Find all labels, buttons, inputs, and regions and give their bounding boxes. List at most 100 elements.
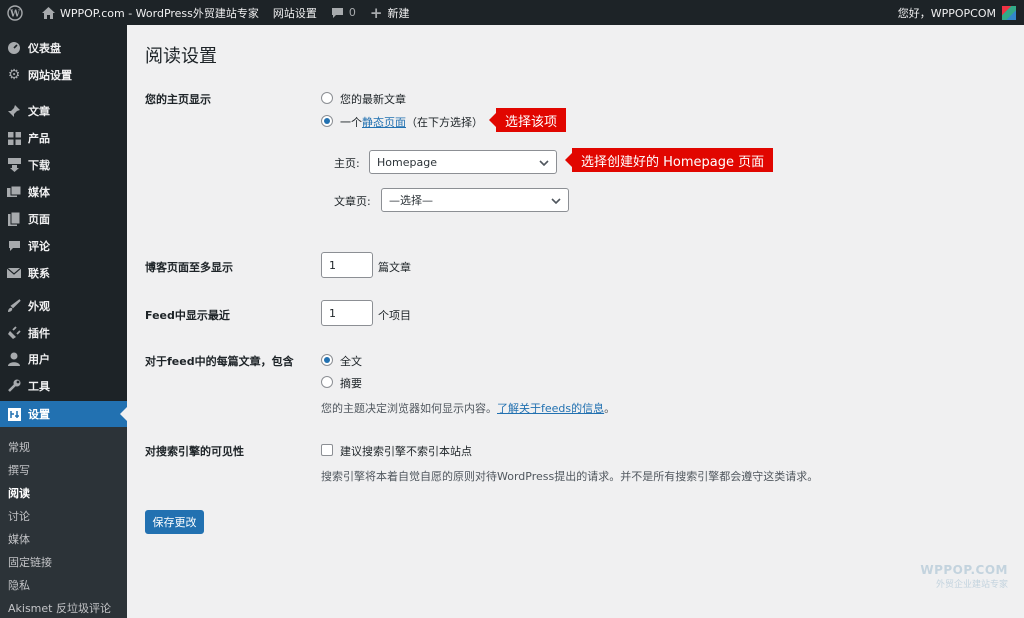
radio-summary[interactable] — [321, 376, 333, 388]
comments-link[interactable]: 0 — [324, 0, 363, 25]
radio-full-text-label[interactable]: 全文 — [340, 353, 362, 369]
settings-icon — [0, 407, 28, 421]
submenu-item-reading[interactable]: 阅读 — [8, 485, 30, 501]
sidebar-item-settings[interactable]: 设置 — [0, 401, 127, 427]
chevron-down-icon — [551, 194, 561, 207]
radio-summary-label[interactable]: 摘要 — [340, 375, 362, 391]
discourage-search-label[interactable]: 建议搜索引擎不索引本站点 — [340, 443, 472, 459]
user-icon — [0, 352, 28, 366]
sidebar-item-comments[interactable]: 评论 — [0, 233, 127, 259]
admin-bar: W WPPOP.com - WordPress外贸建站专家 网站设置 0 + 新… — [0, 0, 1024, 25]
feed-recent-label: Feed中显示最近 — [145, 309, 230, 322]
pin-icon — [0, 104, 28, 118]
wrench-icon — [0, 379, 28, 393]
sidebar-item-label: 联系 — [28, 267, 50, 280]
sidebar-item-media[interactable]: 媒体 — [0, 179, 127, 205]
sidebar-item-label: 下载 — [28, 159, 50, 172]
comments-count: 0 — [348, 6, 356, 19]
callout-select-homepage: 选择创建好的 Homepage 页面 — [564, 148, 774, 172]
sidebar-item-tools[interactable]: 工具 — [0, 373, 127, 399]
page-title: 阅读设置 — [145, 46, 217, 67]
my-account-link[interactable]: 您好，WPPOPCOM — [891, 0, 1024, 25]
posts-page-select-value: —选择— — [389, 194, 433, 207]
settings-submenu: 常规 撰写 阅读 讨论 媒体 固定链接 隐私 Akismet 反垃圾评论 — [0, 427, 127, 618]
save-button[interactable]: 保存更改 — [145, 510, 204, 534]
posts-page-select[interactable]: —选择— — [381, 188, 569, 212]
feed-recent-input[interactable]: 1 — [321, 300, 373, 326]
posts-per-page-input[interactable]: 1 — [321, 252, 373, 278]
plugin-icon — [0, 326, 28, 340]
chevron-down-icon — [539, 156, 549, 169]
sidebar-item-label: 外观 — [28, 300, 50, 313]
submenu-item-general[interactable]: 常规 — [8, 439, 30, 455]
sidebar-item-label: 媒体 — [28, 186, 50, 199]
sidebar-item-contact[interactable]: 联系 — [0, 260, 127, 286]
home-icon — [42, 6, 55, 19]
radio-static-page-label: 一个静态页面（在下方选择） — [340, 114, 483, 130]
submenu-item-akismet[interactable]: Akismet 反垃圾评论 — [8, 600, 111, 616]
static-prefix[interactable]: 一个 — [340, 116, 362, 129]
posts-per-page-unit: 篇文章 — [378, 261, 411, 274]
site-settings-label: 网站设置 — [272, 6, 317, 20]
sidebar-item-label: 工具 — [28, 380, 50, 393]
download-icon — [0, 158, 28, 172]
sidebar-item-label: 仪表盘 — [28, 42, 61, 55]
radio-latest-posts[interactable] — [321, 92, 333, 104]
avatar — [1002, 5, 1016, 20]
submenu-item-discussion[interactable]: 讨论 — [8, 508, 30, 524]
sidebar-item-posts[interactable]: 文章 — [0, 98, 127, 124]
feed-content-note: 您的主题决定浏览器如何显示内容。了解关于feeds的信息。 — [321, 400, 615, 416]
watermark-line1: WPPOP.COM — [920, 563, 1008, 577]
sidebar-item-plugins[interactable]: 插件 — [0, 320, 127, 346]
homepage-select[interactable]: Homepage — [369, 150, 557, 174]
comment-icon — [331, 7, 344, 19]
site-title: WPPOP.com - WordPress外贸建站专家 — [60, 6, 259, 20]
feed-note-prefix: 您的主题决定浏览器如何显示内容。 — [321, 402, 497, 415]
sidebar-item-label: 网站设置 — [28, 69, 72, 82]
sidebar-item-label: 设置 — [28, 408, 50, 421]
posts-per-page-label: 博客页面至多显示 — [145, 261, 233, 274]
sidebar-item-products[interactable]: 产品 — [0, 125, 127, 151]
homepage-display-label: 您的主页显示 — [145, 93, 211, 106]
watermark-line2: 外贸企业建站专家 — [935, 580, 1008, 590]
site-settings-link[interactable]: 网站设置 — [266, 0, 324, 25]
new-content-link[interactable]: + 新建 — [363, 0, 417, 25]
sidebar-item-label: 页面 — [28, 213, 50, 226]
sidebar-item-label: 产品 — [28, 132, 50, 145]
static-page-link[interactable]: 静态页面 — [362, 116, 406, 129]
feed-note-suffix: 。 — [604, 402, 616, 415]
admin-sidebar: 仪表盘 ⚙ 网站设置 文章 产品 下载 媒体 页面 评论 联系 外观 插件 用户… — [0, 25, 127, 618]
sidebar-item-users[interactable]: 用户 — [0, 346, 127, 372]
homepage-select-label: 主页: — [334, 157, 360, 170]
submenu-item-media[interactable]: 媒体 — [8, 531, 30, 547]
watermark: WPPOP.COM 外贸企业建站专家 — [920, 563, 1008, 590]
feeds-info-link[interactable]: 了解关于feeds的信息 — [497, 402, 604, 415]
sidebar-item-label: 用户 — [28, 353, 50, 366]
sidebar-item-appearance[interactable]: 外观 — [0, 293, 127, 319]
static-suffix: （在下方选择） — [406, 116, 483, 129]
radio-static-page[interactable] — [321, 115, 333, 127]
feed-content-label: 对于feed中的每篇文章，包含 — [145, 355, 294, 368]
sidebar-item-downloads[interactable]: 下载 — [0, 152, 127, 178]
gear-icon: ⚙ — [7, 67, 21, 83]
radio-latest-posts-label[interactable]: 您的最新文章 — [340, 91, 406, 107]
mail-icon — [0, 268, 28, 278]
submenu-item-permalinks[interactable]: 固定链接 — [8, 554, 52, 570]
sidebar-item-dashboard[interactable]: 仪表盘 — [0, 35, 127, 61]
submenu-item-privacy[interactable]: 隐私 — [8, 577, 30, 593]
wp-logo-button[interactable]: W — [0, 0, 35, 25]
svg-text:W: W — [9, 9, 21, 19]
posts-page-select-label: 文章页: — [334, 195, 371, 208]
submenu-item-writing[interactable]: 撰写 — [8, 462, 30, 478]
discourage-search-checkbox[interactable] — [321, 444, 333, 456]
sidebar-item-pages[interactable]: 页面 — [0, 206, 127, 232]
greeting: 您好，WPPOPCOM — [897, 6, 996, 20]
comment-icon — [0, 240, 28, 252]
wordpress-logo-icon: W — [7, 4, 23, 21]
radio-full-text[interactable] — [321, 354, 333, 366]
sidebar-item-site-settings[interactable]: ⚙ 网站设置 — [0, 62, 127, 88]
callout-select-item: 选择该项 — [488, 108, 567, 132]
sidebar-item-label: 插件 — [28, 327, 50, 340]
site-name-link[interactable]: WPPOP.com - WordPress外贸建站专家 — [35, 0, 266, 25]
page-icon — [0, 212, 28, 226]
